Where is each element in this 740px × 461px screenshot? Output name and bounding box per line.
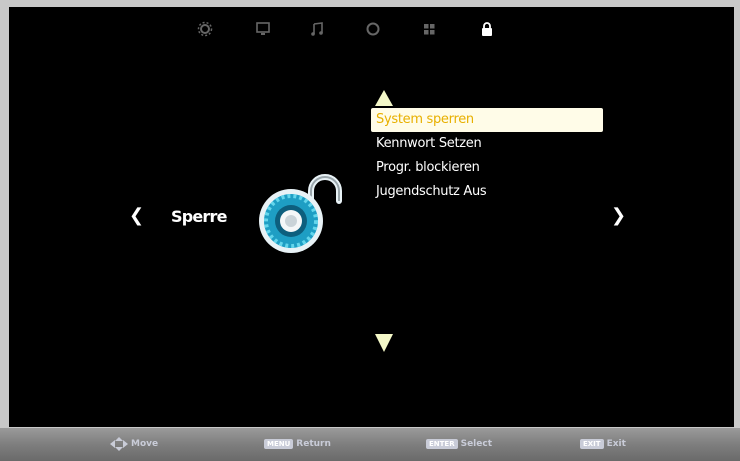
bottom-help-bar: Move MENU Return ENTER Select EXIT Exit — [0, 428, 740, 461]
tv-screen: ❮ Sperre System sperren Kennwort Setzen … — [9, 7, 734, 427]
previous-category-arrow[interactable]: ❮ — [129, 205, 144, 226]
scroll-down-arrow[interactable] — [375, 334, 393, 352]
sound-icon[interactable] — [307, 19, 327, 39]
move-hint: Move — [110, 436, 158, 452]
apps-icon[interactable] — [419, 19, 439, 39]
menu-item-parental-guidance[interactable]: Jugendschutz Aus — [371, 180, 603, 204]
select-hint: ENTER Select — [426, 436, 492, 452]
select-hint-label: Select — [460, 439, 493, 449]
next-category-arrow[interactable]: ❯ — [611, 205, 626, 226]
move-hint-label: Move — [131, 439, 159, 449]
menu-item-system-lock[interactable]: System sperren — [371, 108, 603, 132]
exit-hint: EXIT Exit — [580, 436, 626, 452]
return-hint: MENU Return — [264, 436, 331, 452]
menu-key-badge: MENU — [264, 439, 294, 449]
settings-icon[interactable] — [195, 19, 215, 39]
exit-hint-label: Exit — [606, 439, 626, 449]
lock-icon[interactable] — [477, 19, 497, 39]
lock-menu: System sperren Kennwort Setzen Progr. bl… — [371, 108, 603, 204]
menu-item-set-password[interactable]: Kennwort Setzen — [371, 132, 603, 156]
picture-icon[interactable] — [253, 19, 273, 39]
timer-icon[interactable] — [363, 19, 383, 39]
padlock-illustration — [259, 174, 342, 253]
category-icon-bar — [9, 19, 734, 43]
exit-key-badge: EXIT — [580, 439, 604, 449]
scroll-up-arrow[interactable] — [375, 90, 393, 106]
navigation-arrows-icon — [110, 437, 128, 451]
return-hint-label: Return — [296, 439, 331, 449]
menu-item-block-program[interactable]: Progr. blockieren — [371, 156, 603, 180]
enter-key-badge: ENTER — [426, 439, 458, 449]
category-label: Sperre — [171, 207, 227, 226]
